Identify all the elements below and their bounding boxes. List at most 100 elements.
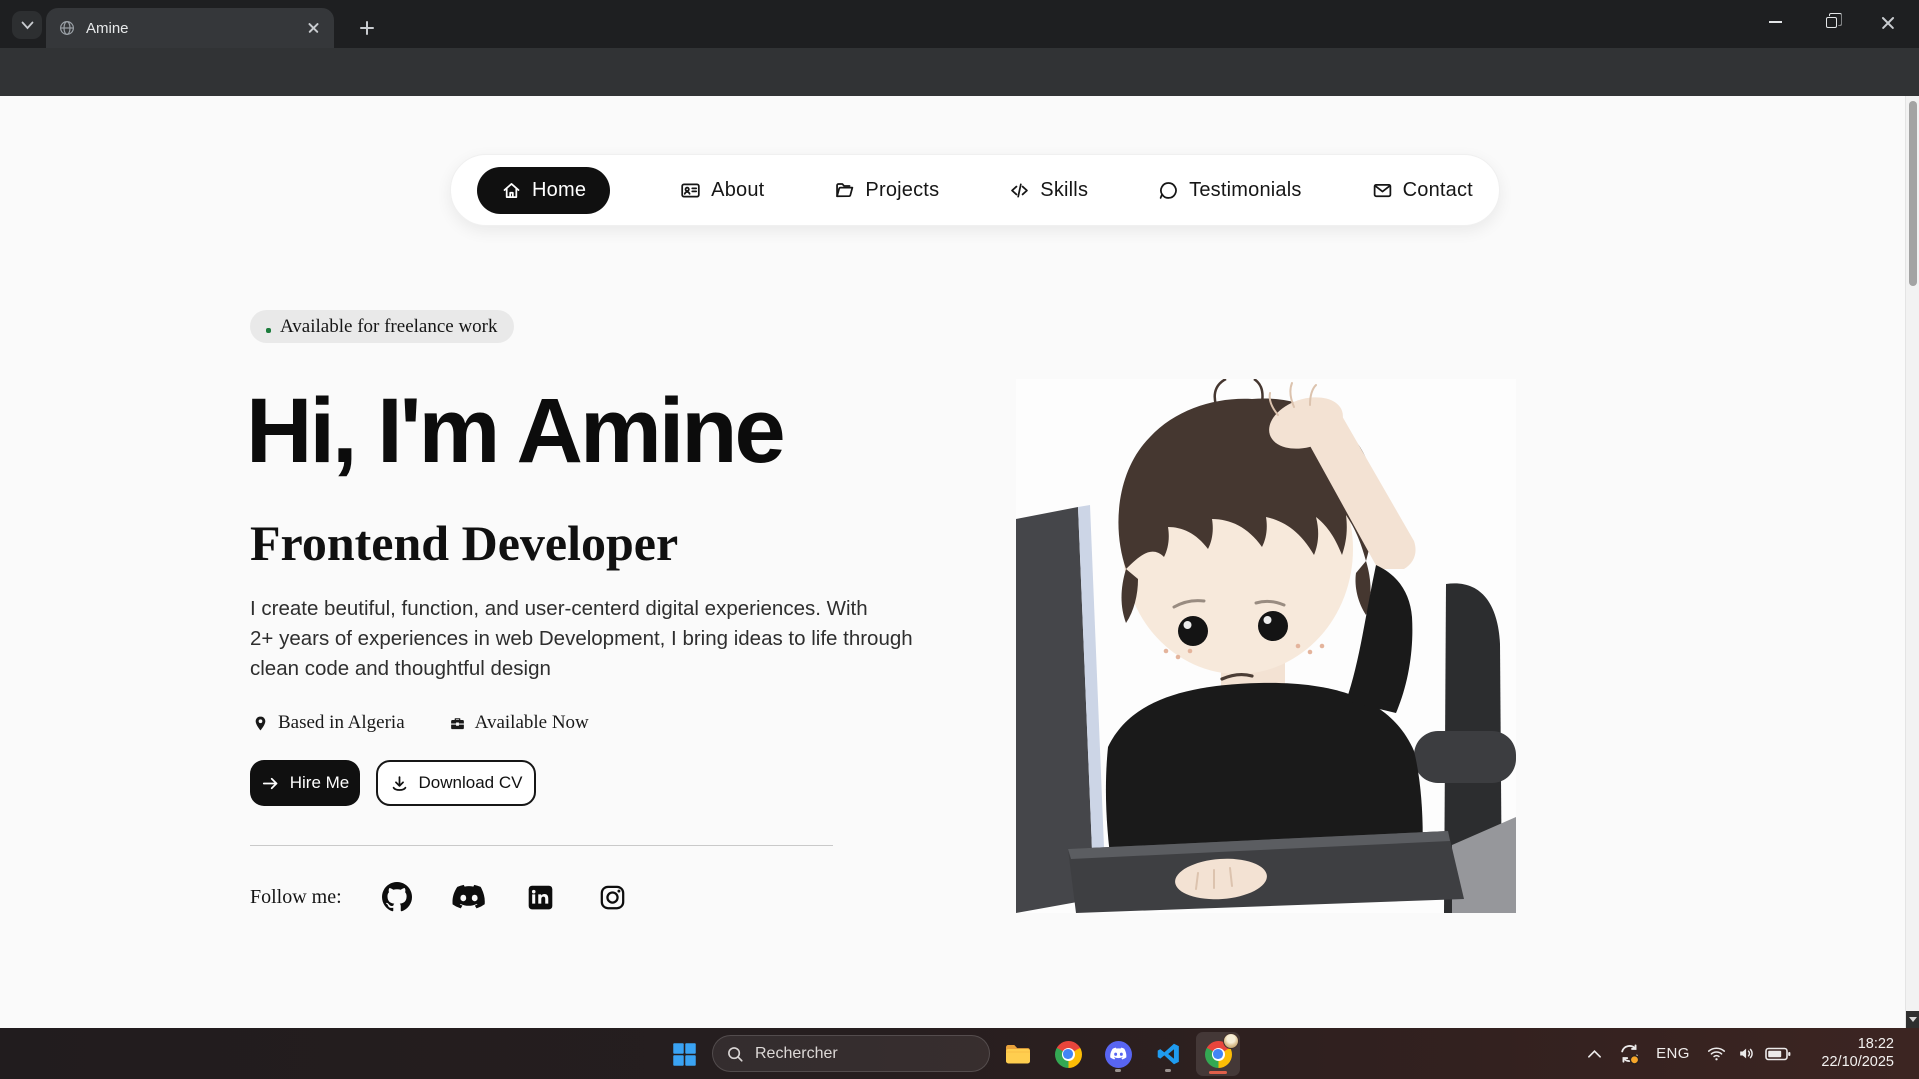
globe-favicon-icon: [58, 19, 76, 37]
running-indicator: [1165, 1069, 1171, 1072]
close-button[interactable]: [1859, 2, 1915, 42]
discord-link[interactable]: [452, 884, 486, 911]
nav-label: About: [711, 179, 764, 202]
file-explorer-button[interactable]: [998, 1034, 1038, 1074]
browser-tab[interactable]: Amine: [46, 8, 334, 48]
taskbar-search[interactable]: Rechercher: [712, 1035, 990, 1072]
new-tab-button[interactable]: [352, 13, 382, 43]
wifi-button[interactable]: [1702, 1028, 1730, 1079]
vscode-button[interactable]: [1148, 1034, 1188, 1074]
language-indicator[interactable]: ENG: [1650, 1028, 1696, 1079]
nav-item-projects[interactable]: Projects: [834, 179, 939, 202]
map-pin-icon: [252, 715, 269, 732]
nav-item-home[interactable]: Home: [477, 167, 610, 214]
battery-button[interactable]: [1762, 1028, 1794, 1079]
tray-chevron-button[interactable]: [1580, 1028, 1608, 1079]
windows-logo-icon: [671, 1041, 698, 1068]
discord-button[interactable]: [1098, 1034, 1138, 1074]
chrome-profile-avatar: [1223, 1033, 1239, 1049]
instagram-link[interactable]: [596, 884, 630, 911]
chrome-icon: [1055, 1041, 1082, 1068]
nav-item-contact[interactable]: Contact: [1372, 179, 1473, 202]
id-card-icon: [680, 180, 701, 201]
browser-titlebar: Amine: [0, 0, 1919, 48]
nav-label: Testimonials: [1189, 179, 1301, 202]
hero-illustration: [1016, 379, 1516, 913]
language-label: ENG: [1656, 1045, 1690, 1062]
clock-date: 22/10/2025: [1821, 1054, 1894, 1072]
availability-badge: Available for freelance work: [250, 310, 514, 343]
location-text: Based in Algeria: [278, 712, 405, 734]
running-indicator: [1115, 1069, 1121, 1072]
nav-item-skills[interactable]: Skills: [1009, 179, 1088, 202]
scroll-down-button[interactable]: [1906, 1011, 1919, 1028]
minimize-button[interactable]: [1747, 2, 1803, 42]
window-controls: [1747, 2, 1915, 42]
site-navbar: Home About Projects Skills Testimonials …: [450, 154, 1500, 226]
discord-icon: [1105, 1041, 1132, 1068]
nav-item-testimonials[interactable]: Testimonials: [1158, 179, 1301, 202]
tab-close-icon[interactable]: [306, 20, 322, 36]
github-link[interactable]: [380, 882, 414, 912]
briefcase-icon: [449, 715, 466, 732]
browser-toolbar: 127.0.0.1:5500/index.html# Erreur: [0, 48, 1919, 96]
maximize-button[interactable]: [1803, 2, 1859, 42]
nav-label: Home: [532, 179, 586, 202]
description-line: 2+ years of experiences in web Developme…: [250, 624, 913, 654]
cta-buttons: Hire Me Download CV: [250, 760, 536, 806]
folder-open-icon: [834, 180, 855, 201]
active-window-indicator: [1209, 1071, 1227, 1075]
instagram-icon: [599, 884, 626, 911]
windows-update-button[interactable]: [1612, 1028, 1646, 1079]
discord-icon: [452, 884, 486, 911]
follow-row: Follow me:: [250, 877, 668, 917]
tab-title: Amine: [86, 20, 296, 37]
wifi-icon: [1706, 1045, 1727, 1063]
section-divider: [250, 845, 833, 846]
envelope-icon: [1372, 180, 1393, 201]
chrome-active-window-button[interactable]: [1196, 1032, 1240, 1076]
nav-label: Contact: [1403, 179, 1473, 202]
download-icon: [390, 774, 409, 793]
vscode-icon: [1155, 1041, 1181, 1067]
page-title: Hi, I'm Amine: [246, 382, 783, 481]
home-icon: [501, 180, 522, 201]
nav-item-about[interactable]: About: [680, 179, 764, 202]
hero-meta: Based in Algeria Available Now: [252, 712, 589, 734]
search-icon: [726, 1045, 744, 1063]
linkedin-link[interactable]: [524, 884, 558, 911]
start-button[interactable]: [664, 1034, 704, 1074]
boy-at-laptop-illustration: [1016, 379, 1516, 913]
badge-text: Available for freelance work: [280, 316, 498, 338]
windows-taskbar: Rechercher ENG: [0, 1028, 1919, 1079]
restore-icon: [1826, 17, 1837, 28]
nav-label: Projects: [865, 179, 939, 202]
download-cv-label: Download CV: [419, 773, 523, 793]
nav-label: Skills: [1040, 179, 1088, 202]
availability-text: Available Now: [475, 712, 589, 734]
battery-icon: [1765, 1047, 1791, 1061]
hero-description: I create beutiful, function, and user-ce…: [250, 594, 913, 684]
download-cv-button[interactable]: Download CV: [376, 760, 536, 806]
hire-me-button[interactable]: Hire Me: [250, 760, 360, 806]
tab-search-button[interactable]: [12, 11, 42, 39]
screen: Amine 127.0.0.1:5500/index.html#: [0, 0, 1919, 1079]
page-subtitle: Frontend Developer: [250, 514, 678, 572]
github-icon: [382, 882, 412, 912]
page-scrollbar[interactable]: [1905, 96, 1919, 1028]
clock-time: 18:22: [1858, 1036, 1894, 1054]
taskbar-clock[interactable]: 18:22 22/10/2025: [1798, 1028, 1902, 1079]
chevron-up-icon: [1587, 1049, 1602, 1059]
code-icon: [1009, 180, 1030, 201]
status-dot-icon: [266, 328, 271, 333]
file-explorer-icon: [1004, 1042, 1032, 1066]
chevron-down-icon: [21, 21, 34, 30]
volume-button[interactable]: [1732, 1028, 1760, 1079]
hire-me-label: Hire Me: [290, 773, 350, 793]
description-line: clean code and thoughtful design: [250, 654, 913, 684]
chrome-button[interactable]: [1048, 1034, 1088, 1074]
availability-item: Available Now: [449, 712, 589, 734]
description-line: I create beutiful, function, and user-ce…: [250, 594, 913, 624]
scrollbar-thumb[interactable]: [1909, 101, 1917, 286]
location-item: Based in Algeria: [252, 712, 405, 734]
